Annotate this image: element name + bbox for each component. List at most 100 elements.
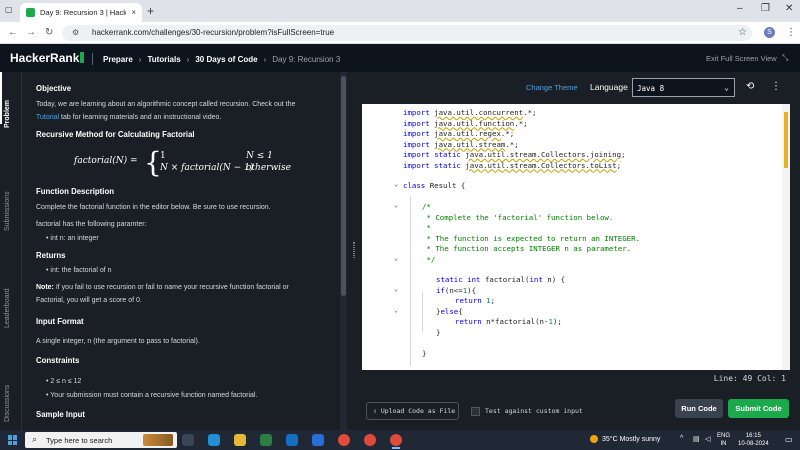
tab-discussions[interactable]: Discussions bbox=[0, 368, 22, 428]
fold-chevron-icon[interactable]: ⌄ bbox=[394, 180, 398, 188]
tutorial-link[interactable]: Tutorial bbox=[36, 114, 59, 121]
fold-chevron-icon[interactable]: ⌄ bbox=[394, 201, 398, 209]
code-comment: * The function is expected to return an … bbox=[422, 233, 641, 243]
tray-chevron-icon[interactable]: ^ bbox=[680, 435, 683, 442]
editor-status-bar: Line: 49 Col: 1 bbox=[359, 370, 800, 390]
code-line: import java.util.concurrent.*; bbox=[403, 108, 537, 117]
volume-icon[interactable]: ◁ bbox=[705, 435, 710, 443]
breadcrumb-30-days[interactable]: 30 Days of Code bbox=[195, 55, 257, 64]
fold-chevron-icon[interactable]: ⌄ bbox=[394, 306, 398, 314]
back-icon[interactable]: ← bbox=[8, 27, 18, 38]
app-icon[interactable] bbox=[312, 434, 324, 446]
url-input[interactable]: ⚙ hackerrank.com/challenges/30-recursion… bbox=[62, 25, 752, 41]
code-comment: * Complete the 'factorial' function belo… bbox=[422, 212, 614, 222]
chevron-down-icon: ⌄ bbox=[724, 83, 729, 92]
run-code-button[interactable]: Run Code bbox=[675, 399, 723, 418]
network-icon[interactable]: ▤ bbox=[693, 435, 700, 443]
notifications-icon[interactable]: ▭ bbox=[785, 435, 793, 444]
system-clock[interactable]: 16:15 10-08-2024 bbox=[738, 432, 769, 448]
code-line: return n*factorial(n-1); bbox=[455, 317, 562, 326]
tab-leaderboard[interactable]: Leaderboard bbox=[0, 272, 22, 332]
search-icon: ⌕ bbox=[32, 434, 38, 444]
chrome-icon[interactable] bbox=[338, 434, 350, 446]
language-select[interactable]: Java 8 ⌄ bbox=[632, 78, 735, 97]
fold-chevron-icon[interactable]: ⌄ bbox=[394, 254, 398, 262]
taskbar-search-input[interactable]: ⌕ Type here to search bbox=[25, 432, 177, 448]
site-info-icon[interactable]: ⚙ bbox=[72, 28, 79, 37]
code-line: static int factorial(int n) { bbox=[436, 275, 566, 284]
constraints-heading: Constraints bbox=[36, 356, 80, 365]
mail-icon[interactable] bbox=[286, 434, 298, 446]
editor-scrollbar[interactable] bbox=[782, 104, 790, 370]
sample-input-heading: Sample Input bbox=[36, 410, 85, 419]
maximize-icon[interactable]: ❐ bbox=[761, 3, 770, 14]
edge-icon[interactable] bbox=[208, 434, 220, 446]
custom-input-label[interactable]: Test against custom input bbox=[485, 407, 583, 415]
more-options-icon[interactable]: ⋮ bbox=[771, 81, 781, 92]
forward-icon[interactable]: → bbox=[26, 27, 36, 38]
panel-resize-handle[interactable] bbox=[349, 72, 359, 430]
chevron-right-icon: › bbox=[186, 54, 190, 64]
constraint-item: Your submission must contain a recursive… bbox=[46, 389, 257, 402]
windows-taskbar: ⌕ Type here to search 35°C Mostly sunny … bbox=[0, 430, 800, 450]
profile-avatar[interactable]: S bbox=[764, 27, 775, 38]
browser-menu-icon[interactable]: ⋮ bbox=[786, 27, 796, 38]
file-explorer-icon[interactable] bbox=[234, 434, 246, 446]
upload-code-button[interactable]: ⇪ Upload Code as File bbox=[366, 402, 459, 420]
bookmark-star-icon[interactable]: ☆ bbox=[738, 27, 747, 38]
code-line: import java.util.regex.*; bbox=[403, 129, 515, 138]
code-editor[interactable]: ⌄ ⌄ ⌄ ⌄ ⌄ import java.util.concurrent.*;… bbox=[362, 104, 790, 370]
windows-start-icon[interactable] bbox=[8, 435, 18, 445]
params-text: factorial has the following paramter: bbox=[36, 221, 147, 228]
change-theme-button[interactable]: Change Theme bbox=[526, 83, 578, 92]
close-window-icon[interactable]: ✕ bbox=[785, 3, 793, 14]
note-text: Note: If you fail to use recursion or fa… bbox=[36, 284, 289, 304]
code-comment: * The function accepts INTEGER n as para… bbox=[422, 244, 632, 253]
weather-widget[interactable]: 35°C Mostly sunny bbox=[590, 435, 660, 443]
objective-heading: Objective bbox=[36, 84, 72, 93]
input-language[interactable]: ENG IN bbox=[717, 432, 730, 448]
breadcrumb-tutorials[interactable]: Tutorials bbox=[147, 55, 180, 64]
tab-problem[interactable]: Problem bbox=[0, 72, 22, 132]
browser-tab[interactable]: Day 9: Recursion 3 | HackerRank × bbox=[20, 3, 142, 22]
new-tab-button[interactable]: + bbox=[147, 4, 154, 18]
editor-actions: ⇪ Upload Code as File Test against custo… bbox=[359, 392, 800, 430]
minimize-icon[interactable]: – bbox=[737, 3, 743, 14]
browser-tab-bar: ▢ Day 9: Recursion 3 | HackerRank × + – … bbox=[0, 0, 800, 22]
code-line: } bbox=[422, 348, 427, 358]
tab-submissions[interactable]: Submissions bbox=[0, 177, 22, 237]
history-icon[interactable]: ⟲ bbox=[746, 81, 754, 92]
param-item: int n: an integer bbox=[46, 232, 98, 245]
code-line: return 1; bbox=[455, 296, 496, 305]
task-view-icon[interactable] bbox=[182, 434, 194, 446]
hackerrank-logo[interactable]: HackerRank bbox=[10, 51, 85, 65]
cursor-position: Line: 49 Col: 1 bbox=[713, 374, 786, 383]
input-format-heading: Input Format bbox=[36, 317, 84, 326]
reload-icon[interactable]: ↻ bbox=[45, 27, 53, 38]
breadcrumb: Prepare › Tutorials › 30 Days of Code › … bbox=[92, 53, 340, 65]
code-comment: */ bbox=[422, 254, 436, 264]
returns-heading: Returns bbox=[36, 251, 66, 260]
collapse-icon[interactable]: ⤡ bbox=[782, 53, 788, 63]
breadcrumb-prepare[interactable]: Prepare bbox=[103, 55, 133, 64]
address-bar: ← → ↻ ⚙ hackerrank.com/challenges/30-rec… bbox=[0, 22, 800, 44]
close-tab-icon[interactable]: × bbox=[131, 8, 136, 17]
hackerrank-favicon-icon bbox=[26, 8, 35, 17]
url-text: hackerrank.com/challenges/30-recursion/p… bbox=[92, 28, 335, 37]
exit-fullscreen-link[interactable]: Exit Full Screen View bbox=[706, 54, 777, 63]
upload-icon: ⇪ bbox=[373, 407, 381, 415]
chevron-right-icon: › bbox=[263, 54, 267, 64]
code-line: class Result { bbox=[403, 181, 466, 190]
problem-statement: Objective Today, we are learning about a… bbox=[22, 72, 340, 430]
browser-tab-title: Day 9: Recursion 3 | HackerRank bbox=[40, 8, 127, 17]
input-format-text: A single integer, n (the argument to pas… bbox=[36, 338, 200, 345]
store-icon[interactable] bbox=[260, 434, 272, 446]
chrome-profile-icon[interactable] bbox=[364, 434, 376, 446]
tab-search-icon[interactable]: ▢ bbox=[5, 5, 15, 15]
code-line: import java.util.function.*; bbox=[403, 118, 528, 128]
chrome-active-icon[interactable] bbox=[390, 434, 402, 449]
custom-input-checkbox[interactable] bbox=[471, 407, 480, 416]
submit-code-button[interactable]: Submit Code bbox=[728, 399, 789, 418]
problem-scrollbar[interactable] bbox=[340, 72, 347, 430]
fold-chevron-icon[interactable]: ⌄ bbox=[394, 285, 398, 293]
